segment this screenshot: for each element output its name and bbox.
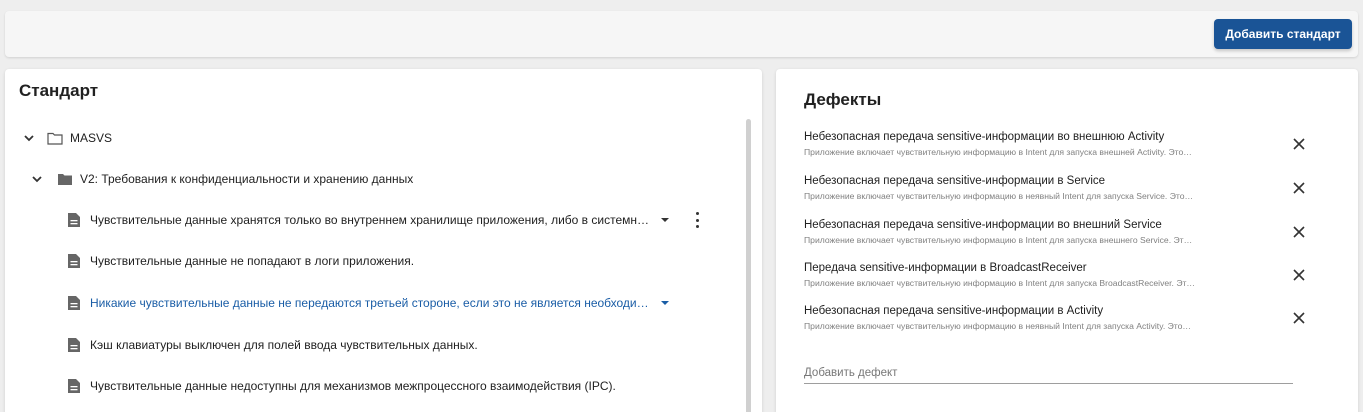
defect-description: Приложение включает чувствительную инфор…	[804, 191, 1194, 201]
tree-item-label: Кэш клавиатуры выключен для полей ввода …	[90, 338, 478, 352]
tree-item-requirement[interactable]: Чувствительные данные недоступны для мех…	[67, 378, 616, 394]
document-icon	[67, 378, 81, 394]
tree-item-requirement[interactable]: Кэш клавиатуры выключен для полей ввода …	[67, 337, 478, 353]
defect-description: Приложение включает чувствительную инфор…	[804, 278, 1196, 288]
close-icon[interactable]	[1292, 225, 1306, 239]
chevron-down-icon[interactable]	[23, 132, 35, 144]
close-icon[interactable]	[1292, 181, 1306, 195]
document-icon	[67, 212, 81, 228]
chevron-down-icon[interactable]	[31, 173, 43, 185]
document-icon	[67, 295, 81, 311]
more-vert-icon[interactable]	[694, 212, 700, 228]
tree-node-label: MASVS	[70, 131, 113, 145]
top-toolbar: Добавить стандарт	[5, 11, 1358, 57]
defect-title: Небезопасная передача sensitive-информац…	[804, 219, 1162, 231]
defect-description: Приложение включает чувствительную инфор…	[804, 321, 1192, 331]
defect-title: Передача sensitive-информации в Broadcas…	[804, 262, 1087, 274]
document-icon	[67, 337, 81, 353]
add-defect-input[interactable]: Добавить дефект	[804, 367, 1293, 384]
close-icon[interactable]	[1292, 137, 1306, 151]
defect-item[interactable]: Небезопасная передача sensitive-информац…	[804, 305, 1344, 331]
add-standard-button[interactable]: Добавить стандарт	[1214, 19, 1352, 49]
tree-scrollbar[interactable]	[746, 119, 751, 412]
tree-node-label: V2: Требования к конфиденциальности и хр…	[80, 172, 414, 186]
caret-down-icon[interactable]	[660, 215, 670, 225]
tree-item-label: Чувствительные данные недоступны для мех…	[90, 379, 616, 393]
folder-icon	[57, 173, 73, 186]
tree-item-requirement[interactable]: Чувствительные данные хранятся только во…	[67, 212, 700, 228]
standard-panel-title: Стандарт	[19, 81, 99, 100]
close-icon[interactable]	[1292, 268, 1306, 282]
defect-item[interactable]: Небезопасная передача sensitive-информац…	[804, 175, 1344, 201]
defect-description: Приложение включает чувствительную инфор…	[804, 147, 1192, 157]
defects-panel-title: Дефекты	[804, 90, 882, 109]
caret-down-icon[interactable]	[660, 298, 670, 308]
tree-node-masvs[interactable]: MASVS	[23, 131, 112, 145]
tree-item-requirement-selected[interactable]: Никакие чувствительные данные не передаю…	[67, 295, 670, 311]
tree-item-label: Чувствительные данные не попадают в логи…	[90, 254, 415, 268]
defect-title: Небезопасная передача sensitive-информац…	[804, 175, 1106, 187]
defect-title: Небезопасная передача sensitive-информац…	[804, 305, 1104, 317]
tree-item-label: Никакие чувствительные данные не передаю…	[90, 296, 649, 310]
folder-outline-icon	[47, 132, 63, 145]
tree-item-label: Чувствительные данные хранятся только во…	[90, 213, 650, 227]
defect-item[interactable]: Небезопасная передача sensitive-информац…	[804, 131, 1344, 157]
tree-node-v2[interactable]: V2: Требования к конфиденциальности и хр…	[31, 172, 413, 186]
defect-item[interactable]: Небезопасная передача sensitive-информац…	[804, 219, 1344, 245]
defect-item[interactable]: Передача sensitive-информации в Broadcas…	[804, 262, 1344, 288]
defect-title: Небезопасная передача sensitive-информац…	[804, 131, 1165, 143]
defects-panel: Дефекты Небезопасная передача sensitive-…	[776, 69, 1358, 412]
tree-item-requirement[interactable]: Чувствительные данные не попадают в логи…	[67, 253, 414, 269]
defect-description: Приложение включает чувствительную инфор…	[804, 235, 1193, 245]
close-icon[interactable]	[1292, 311, 1306, 325]
standard-panel: Стандарт MASVS V2: Требования к конфиден…	[5, 69, 762, 412]
document-icon	[67, 253, 81, 269]
